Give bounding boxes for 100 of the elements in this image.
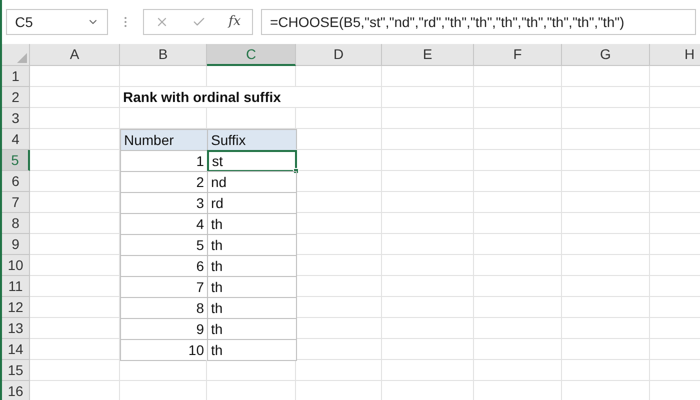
sheet-cell[interactable] xyxy=(120,66,207,87)
sheet-cell[interactable] xyxy=(562,66,650,87)
sheet-cell[interactable] xyxy=(30,276,120,297)
sheet-cell[interactable] xyxy=(382,129,474,150)
row-header[interactable]: 8 xyxy=(2,213,30,234)
name-box[interactable]: C5 xyxy=(6,9,108,35)
sheet-cell[interactable] xyxy=(562,360,650,381)
sheet-cell[interactable] xyxy=(30,234,120,255)
row-header[interactable]: 4 xyxy=(2,129,30,150)
sheet-cell[interactable] xyxy=(30,87,120,108)
sheet-cell[interactable] xyxy=(382,360,474,381)
formula-field[interactable]: =CHOOSE(B5,"st","nd","rd","th","th","th","th","th","th","th") xyxy=(261,9,696,35)
sheet-cell[interactable] xyxy=(30,255,120,276)
column-header[interactable]: D xyxy=(296,44,382,66)
sheet-cell[interactable] xyxy=(474,129,562,150)
row-header[interactable]: 16 xyxy=(2,381,30,400)
sheet-cell[interactable] xyxy=(30,108,120,129)
sheet-cell[interactable] xyxy=(296,255,382,276)
sheet-cell[interactable] xyxy=(296,318,382,339)
sheet-cell[interactable] xyxy=(30,339,120,360)
column-header[interactable]: B xyxy=(120,44,207,66)
sheet-cell[interactable] xyxy=(296,192,382,213)
sheet-cell[interactable] xyxy=(382,108,474,129)
sheet-cell[interactable] xyxy=(562,150,650,171)
sheet-cell[interactable] xyxy=(562,339,650,360)
sheet-cell[interactable] xyxy=(120,360,207,381)
row-header[interactable]: 15 xyxy=(2,360,30,381)
sheet-cell[interactable] xyxy=(296,66,382,87)
sheet-cell[interactable] xyxy=(474,108,562,129)
sheet-cell[interactable] xyxy=(207,360,296,381)
sheet-cell[interactable] xyxy=(474,171,562,192)
sheet-cell[interactable] xyxy=(562,297,650,318)
row-header[interactable]: 14 xyxy=(2,339,30,360)
row-header[interactable]: 3 xyxy=(2,108,30,129)
sheet-cell[interactable] xyxy=(474,87,562,108)
row-header[interactable]: 9 xyxy=(2,234,30,255)
sheet-cell[interactable] xyxy=(296,213,382,234)
sheet-cell[interactable] xyxy=(30,297,120,318)
sheet-cell[interactable] xyxy=(30,66,120,87)
sheet-cell[interactable] xyxy=(296,108,382,129)
sheet-cell[interactable] xyxy=(30,213,120,234)
active-cell[interactable]: st xyxy=(207,150,297,172)
sheet-cell[interactable] xyxy=(382,234,474,255)
sheet-cell[interactable] xyxy=(30,318,120,339)
sheet-cell[interactable] xyxy=(474,192,562,213)
column-header[interactable]: G xyxy=(562,44,650,66)
sheet-cell[interactable] xyxy=(474,339,562,360)
sheet-cell[interactable] xyxy=(562,213,650,234)
sheet-cell[interactable] xyxy=(382,150,474,171)
sheet-cell[interactable] xyxy=(562,108,650,129)
sheet-cell[interactable] xyxy=(296,234,382,255)
sheet-cell[interactable] xyxy=(382,318,474,339)
sheet-cell[interactable] xyxy=(474,234,562,255)
sheet-cell[interactable] xyxy=(382,276,474,297)
row-header[interactable]: 11 xyxy=(2,276,30,297)
sheet-cell[interactable] xyxy=(296,150,382,171)
sheet-cell[interactable] xyxy=(474,360,562,381)
sheet-cell[interactable] xyxy=(296,171,382,192)
row-header[interactable]: 12 xyxy=(2,297,30,318)
sheet-cell[interactable] xyxy=(296,129,382,150)
row-header[interactable]: 6 xyxy=(2,171,30,192)
insert-function-button[interactable]: fx xyxy=(228,12,241,32)
sheet-cell[interactable] xyxy=(30,360,120,381)
row-header[interactable]: 5 xyxy=(2,150,30,171)
column-header[interactable]: E xyxy=(382,44,474,66)
sheet-cell[interactable] xyxy=(562,129,650,150)
sheet-cell[interactable] xyxy=(562,234,650,255)
sheet-cell[interactable] xyxy=(382,297,474,318)
sheet-cell[interactable] xyxy=(382,339,474,360)
sheet-cell[interactable] xyxy=(382,87,474,108)
sheet-cell[interactable] xyxy=(562,276,650,297)
sheet-cell[interactable] xyxy=(474,297,562,318)
sheet-cell[interactable] xyxy=(562,87,650,108)
sheet-cell[interactable] xyxy=(296,339,382,360)
sheet-cell[interactable] xyxy=(382,192,474,213)
sheet-cell[interactable] xyxy=(296,360,382,381)
sheet-cell[interactable] xyxy=(382,213,474,234)
sheet-cell[interactable] xyxy=(382,255,474,276)
row-header[interactable]: 2 xyxy=(2,87,30,108)
sheet-cell[interactable] xyxy=(382,171,474,192)
sheet-cell[interactable] xyxy=(562,318,650,339)
sheet-cell[interactable] xyxy=(562,171,650,192)
sheet-cell[interactable] xyxy=(474,213,562,234)
sheet-cell[interactable] xyxy=(474,150,562,171)
row-header[interactable]: 7 xyxy=(2,192,30,213)
sheet-cell[interactable] xyxy=(30,171,120,192)
column-header[interactable]: C xyxy=(207,44,296,66)
sheet-cell[interactable] xyxy=(562,192,650,213)
sheet-cell[interactable] xyxy=(382,66,474,87)
sheet-cell[interactable] xyxy=(296,297,382,318)
row-header[interactable]: 10 xyxy=(2,255,30,276)
sheet-cell[interactable] xyxy=(296,276,382,297)
column-header[interactable]: F xyxy=(474,44,562,66)
sheet-cell[interactable] xyxy=(474,255,562,276)
select-all-corner[interactable] xyxy=(2,44,30,66)
row-header[interactable]: 13 xyxy=(2,318,30,339)
sheet-cell[interactable] xyxy=(474,318,562,339)
sheet-cell[interactable] xyxy=(474,66,562,87)
sheet-cell[interactable] xyxy=(207,66,296,87)
column-header[interactable]: H xyxy=(650,44,700,66)
